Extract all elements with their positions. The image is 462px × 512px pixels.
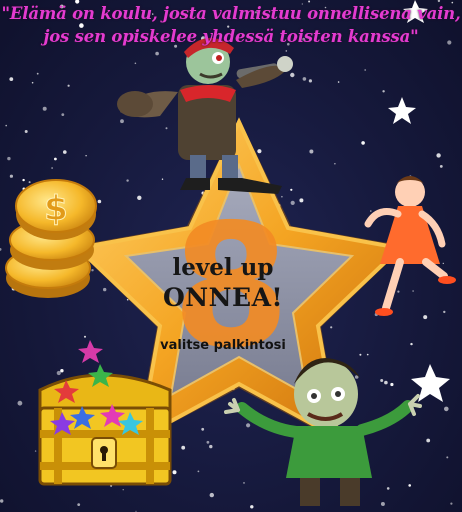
star-dot <box>63 150 67 154</box>
star-dot <box>7 156 11 161</box>
star-dot <box>85 155 87 157</box>
star-dot <box>206 440 210 444</box>
star-dot <box>120 119 124 124</box>
star-dot <box>137 195 142 200</box>
star-dot <box>290 188 293 191</box>
star-dot <box>302 77 307 81</box>
star-dot <box>31 81 34 84</box>
star-dot <box>0 499 4 503</box>
star-dot <box>257 149 262 154</box>
star-dot <box>9 77 14 81</box>
zombie-boy-reward-button[interactable] <box>228 356 428 508</box>
star-dot <box>309 149 314 154</box>
star-dot <box>161 178 164 180</box>
star-dot <box>209 444 213 449</box>
sparkle-star-icon <box>388 97 416 124</box>
motivational-quote-line-1: "Elämä on koulu, josta valmistuu onnelli… <box>1 4 461 23</box>
treasure-chest-reward-button[interactable] <box>36 334 176 490</box>
star-dot <box>285 50 288 52</box>
reward-screen: 8 $ "Elämä on koulu, josta valmistuu onn… <box>0 0 462 512</box>
star-dot <box>165 127 168 130</box>
star-dot <box>36 72 39 75</box>
star-dot <box>201 427 205 431</box>
star-dot <box>5 124 7 127</box>
star-dot <box>361 141 365 145</box>
star-dot <box>444 406 449 412</box>
star-dot <box>299 198 304 203</box>
star-dot <box>67 84 70 87</box>
star-dot <box>308 79 312 83</box>
star-dot <box>197 470 200 473</box>
star-dot <box>308 0 311 3</box>
star-dot <box>334 163 336 165</box>
star-dot <box>437 0 441 3</box>
star-dot <box>450 502 453 505</box>
star-dot <box>17 400 23 406</box>
star-dot <box>209 492 214 498</box>
star-dot <box>364 69 367 71</box>
star-dot <box>330 326 333 329</box>
star-dot <box>77 503 81 506</box>
star-dot <box>61 113 65 116</box>
motivational-quote-line-2: jos sen opiskelee yhdessä toisten kanssa… <box>43 27 419 46</box>
star-dot <box>439 165 443 168</box>
star-dot <box>290 200 295 205</box>
star-dot <box>51 167 53 169</box>
star-dot <box>382 90 385 93</box>
star-dot <box>181 445 186 450</box>
pirate-zombie-character <box>117 37 293 194</box>
star-dot <box>9 174 13 178</box>
star-dot <box>0 248 2 251</box>
star-dot <box>126 179 129 182</box>
star-dot <box>446 456 449 459</box>
star-dot <box>436 153 441 158</box>
coins-reward-button[interactable] <box>4 180 102 298</box>
star-dot <box>290 72 295 78</box>
star-dot <box>54 157 57 161</box>
star-dot <box>134 62 137 65</box>
star-dot <box>155 51 159 56</box>
star-dot <box>42 106 47 111</box>
star-dot <box>337 81 340 83</box>
dancing-girl-reward-button[interactable] <box>362 174 458 320</box>
star-dot <box>24 130 28 133</box>
